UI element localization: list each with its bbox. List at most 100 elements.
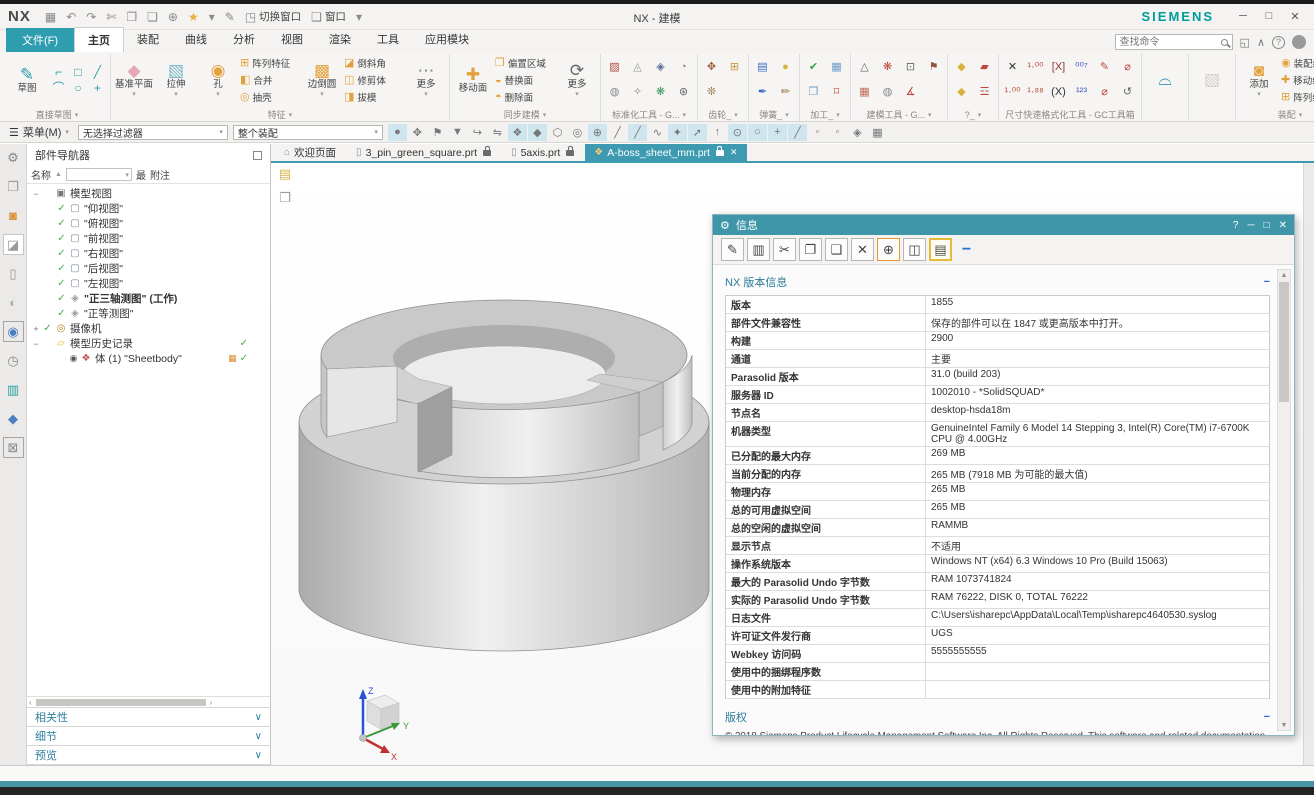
select-menu-button[interactable]: ▼ [448, 124, 467, 141]
expander-icon[interactable]: − [31, 189, 41, 199]
tool-icon-button[interactable]: △ [854, 56, 875, 77]
swap-button[interactable]: ⇋ [488, 124, 507, 141]
group-label[interactable]: 装配▾ [1239, 108, 1314, 121]
copy-button[interactable]: ❐ [799, 238, 822, 261]
拔模-button[interactable]: ◨拔模 [344, 90, 404, 104]
group-label[interactable]: 特征▾ [114, 108, 446, 121]
snap-tangent-button[interactable]: ╱ [788, 124, 807, 141]
tool-icon-button[interactable]: ● [775, 56, 796, 77]
tool-icon-button[interactable]: ❋ [650, 81, 671, 102]
tool-icon-button[interactable]: ⌑ [826, 81, 847, 102]
favorites-button[interactable]: ★ [184, 9, 203, 25]
selection-scope-dropdown[interactable]: 整个装配▾ [233, 125, 383, 140]
section-预览[interactable]: 预览∨ [27, 745, 270, 764]
dialog-scrollbar[interactable]: ▲ ▼ [1277, 269, 1291, 731]
part-tab-3_pin_green_square.prt[interactable]: ▯3_pin_green_square.prt [347, 144, 500, 161]
group-label[interactable]: 建模工具 - G...▾ [854, 108, 944, 121]
tool-icon-button[interactable]: ▦ [854, 81, 875, 102]
scroll-right-icon[interactable]: › [210, 698, 213, 707]
navigator-settings-button[interactable]: ⚙ [3, 147, 24, 168]
checkbox-icon[interactable]: ✓ [55, 293, 68, 304]
移动面-button[interactable]: ✚移动面 [453, 65, 493, 94]
system-scene-button[interactable]: ⊠ [3, 437, 24, 458]
cut-button[interactable]: ✄ [102, 9, 120, 25]
tool-icon-button[interactable]: ◈ [650, 56, 671, 77]
tree-row[interactable]: ✓◈"正等测图"▦✓ [27, 306, 270, 321]
process-studio-button[interactable]: ▥ [3, 379, 24, 400]
snap-up-button[interactable]: ↑ [708, 124, 727, 141]
snap-handle-button[interactable]: ❖ [508, 124, 527, 141]
tree-row[interactable]: ✓▢"俯视图"▦✓ [27, 216, 270, 231]
snap-circle-button[interactable]: ○ [748, 124, 767, 141]
snap-point-button[interactable]: ⊕ [588, 124, 607, 141]
scrollbar-thumb[interactable] [36, 699, 206, 706]
move-object-button[interactable]: ⊕ [164, 9, 182, 25]
更多-button[interactable]: ⟳更多▾ [557, 61, 597, 98]
dialog-scrollbar-thumb[interactable] [1279, 282, 1289, 402]
snap-endpoint-button[interactable]: ╱ [608, 124, 627, 141]
print-button[interactable]: ▥ [747, 238, 770, 261]
tool-icon-button[interactable]: ❊ [701, 81, 722, 102]
group-label[interactable]: 加工_▾ [803, 108, 847, 121]
gallery-button[interactable]: ⌓ [1145, 70, 1185, 89]
web-browser-button[interactable]: ◉ [3, 321, 24, 342]
tool-icon-button[interactable]: ✒ [752, 81, 773, 102]
select-sphere-button[interactable]: ● [388, 124, 407, 141]
assembly-navigator-button[interactable]: ❐ [3, 176, 24, 197]
account-avatar[interactable] [1292, 35, 1306, 49]
snap-arc-button[interactable]: ➚ [688, 124, 707, 141]
paste-button[interactable]: ❏ [143, 9, 162, 25]
替换面-button[interactable]: ◒替换面 [495, 73, 555, 87]
tool-icon-button[interactable]: ¹²³ [1071, 81, 1092, 102]
tab-视图[interactable]: 视图 [268, 27, 316, 52]
window-caret-button[interactable]: ▾ [352, 9, 366, 25]
snap-diamond-button[interactable]: ◈ [848, 124, 867, 141]
collapse-all-button[interactable]: − [955, 238, 978, 261]
tool-icon-button[interactable]: ✧ [627, 81, 648, 102]
graphics-canvas[interactable]: Z Y X ⚙ 信息 ? ─ □ ✕ [271, 163, 1314, 765]
close-button[interactable]: ✕ [1284, 10, 1306, 23]
tool-icon-button[interactable]: ⊡ [900, 56, 921, 77]
delete-button[interactable]: ✕ [851, 238, 874, 261]
tool-icon-button[interactable]: ⁰⁰⁷ [1071, 56, 1092, 77]
model-3d-boss-part[interactable] [289, 239, 719, 669]
scroll-left-icon[interactable]: ‹ [29, 698, 32, 707]
tab-渲染[interactable]: 渲染 [316, 27, 364, 52]
switch-window-button[interactable]: ◳切换窗口 [241, 8, 305, 25]
tool-icon-button[interactable]: ❋ [877, 56, 898, 77]
list-view-button[interactable]: ▤ [929, 238, 952, 261]
tool-icon-button[interactable]: ▤ [752, 56, 773, 77]
hd3d-tools-button[interactable]: ◐ [3, 292, 24, 313]
tree-row[interactable]: ✓▢"仰视图"▦✓ [27, 201, 270, 216]
undo-button[interactable]: ↶ [62, 9, 80, 25]
装配约束-button[interactable]: ◉装配约束 [1281, 56, 1314, 70]
删除面-button[interactable]: ◓删除面 [495, 90, 555, 104]
orientation-triad[interactable]: Z Y X [333, 683, 417, 761]
边倒圆-button[interactable]: ▩边倒圆▾ [302, 61, 342, 98]
group-label[interactable]: 齿轮_▾ [701, 108, 745, 121]
tool-icon-button[interactable]: ◍ [604, 81, 625, 102]
tab-曲线[interactable]: 曲线 [172, 27, 220, 52]
favorites-caret-button[interactable]: ▾ [205, 9, 219, 25]
group-label[interactable] [1192, 108, 1232, 121]
snap-spline-button[interactable]: ∿ [648, 124, 667, 141]
tool-icon-button[interactable]: ❐ [803, 81, 824, 102]
expander-icon[interactable]: − [31, 339, 41, 349]
minimize-ribbon-icon[interactable]: ∧ [1257, 36, 1265, 49]
checkbox-icon[interactable]: ✓ [55, 218, 68, 229]
constraint-navigator-button[interactable]: ◙ [3, 205, 24, 226]
阵列特征-button[interactable]: ⊞阵列特征 [240, 56, 300, 70]
group-label[interactable] [1145, 108, 1185, 121]
section-相关性[interactable]: 相关性∨ [27, 707, 270, 726]
gallery-button[interactable]: ▧ [1192, 70, 1232, 89]
tree-row[interactable]: ✓▢"后视图"▦✓ [27, 261, 270, 276]
tree-row[interactable]: −▣模型视图▦✓ [27, 186, 270, 201]
checkbox-icon[interactable]: ✓ [55, 308, 68, 319]
save-file-button[interactable]: ✎ [721, 238, 744, 261]
history-button[interactable]: ◷ [3, 350, 24, 371]
touch-mode-button[interactable]: ✎ [221, 9, 239, 25]
eye-icon[interactable]: ◉ [68, 353, 79, 364]
help-icon[interactable]: ? [1272, 36, 1285, 49]
scroll-up-icon[interactable]: ▲ [1281, 270, 1288, 280]
checkbox-icon[interactable]: ✓ [55, 203, 68, 214]
